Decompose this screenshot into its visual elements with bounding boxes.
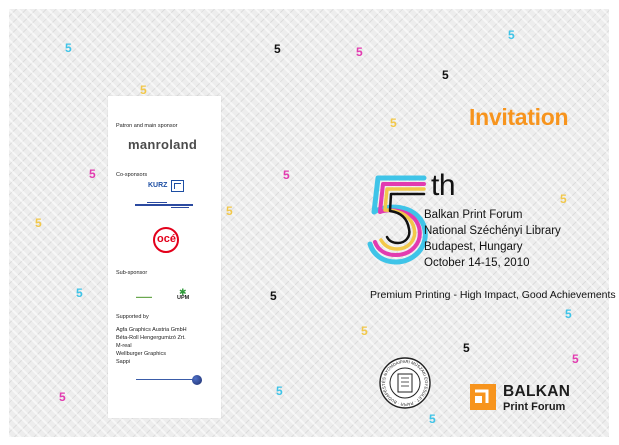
manroland-logo: manroland <box>128 137 198 152</box>
supporter-item: Agfa Graphics Austria GmbH <box>116 327 187 333</box>
decor-five: 5 <box>89 167 96 181</box>
cmyk-five-logo: 5 <box>366 174 428 265</box>
association-seal-icon: ÉS NYOMDAIPARI MŰSZAKI EGYESÜLET · PAPÍR… <box>378 356 431 409</box>
supporter-item: Sappi <box>116 359 131 365</box>
cosponsor-bar-logo <box>135 202 193 208</box>
supporter-item: Wellburger Graphics <box>116 351 167 357</box>
decor-five: 5 <box>140 83 147 97</box>
invitation-card: 5 5 5 5 5 5 5 5 5 5 5 5 5 5 5 5 5 5 5 5 … <box>9 9 609 437</box>
supporter-line-logo <box>136 379 198 380</box>
decor-five: 5 <box>463 341 470 355</box>
kurz-logo: KURZ <box>148 182 168 189</box>
cosponsors-heading: Co-sponsors <box>116 172 148 178</box>
decor-five: 5 <box>65 41 72 55</box>
big-five-number: 5 <box>366 174 375 178</box>
decor-five: 5 <box>508 28 515 42</box>
decor-five: 5 <box>560 192 567 206</box>
upm-tagline-mark: ▬▬▬▬ <box>136 294 152 299</box>
balkan-logo-icon <box>470 384 496 410</box>
decor-five: 5 <box>283 168 290 182</box>
patron-heading: Patron and main sponsor <box>116 123 178 129</box>
decor-five: 5 <box>361 324 368 338</box>
decor-five: 5 <box>270 289 277 303</box>
kurz-logo-mark <box>171 180 184 192</box>
decor-five: 5 <box>572 352 579 366</box>
decor-five: 5 <box>59 390 66 404</box>
event-tagline: Premium Printing - High Impact, Good Ach… <box>370 289 616 301</box>
decor-five: 5 <box>565 307 572 321</box>
decor-five: 5 <box>226 204 233 218</box>
subsponsor-heading: Sub-sponsor <box>116 270 148 276</box>
event-name: Balkan Print Forum <box>424 209 523 221</box>
decor-five: 5 <box>274 42 281 56</box>
event-city: Budapest, Hungary <box>424 241 523 253</box>
event-date: October 14-15, 2010 <box>424 257 530 269</box>
ordinal-suffix: th <box>431 169 456 202</box>
decor-five: 5 <box>35 216 42 230</box>
sponsor-panel: Patron and main sponsor manroland Co-spo… <box>108 96 221 418</box>
invitation-title: Invitation <box>469 104 569 130</box>
invitation-frame: 5 5 5 5 5 5 5 5 5 5 5 5 5 5 5 5 5 5 5 5 … <box>0 0 619 445</box>
supported-heading: Supported by <box>116 314 149 320</box>
event-venue: National Széchényi Library <box>424 225 561 237</box>
balkan-logo-subtitle: Print Forum <box>503 401 566 413</box>
oce-logo-text: océ <box>157 233 176 245</box>
supporter-item: M-real <box>116 343 132 349</box>
decor-five: 5 <box>356 45 363 59</box>
decor-five: 5 <box>276 384 283 398</box>
decor-five: 5 <box>390 116 397 130</box>
oce-logo: océ <box>153 227 179 253</box>
globe-logo-icon <box>192 375 202 385</box>
upm-logo: UPM <box>177 295 190 301</box>
balkan-logo-name: BALKAN <box>503 383 571 400</box>
supporter-item: Béta-Roll Hengergumizó Zrt. <box>116 335 186 341</box>
decor-five: 5 <box>76 286 83 300</box>
decor-five: 5 <box>429 412 436 426</box>
decor-five: 5 <box>442 68 449 82</box>
